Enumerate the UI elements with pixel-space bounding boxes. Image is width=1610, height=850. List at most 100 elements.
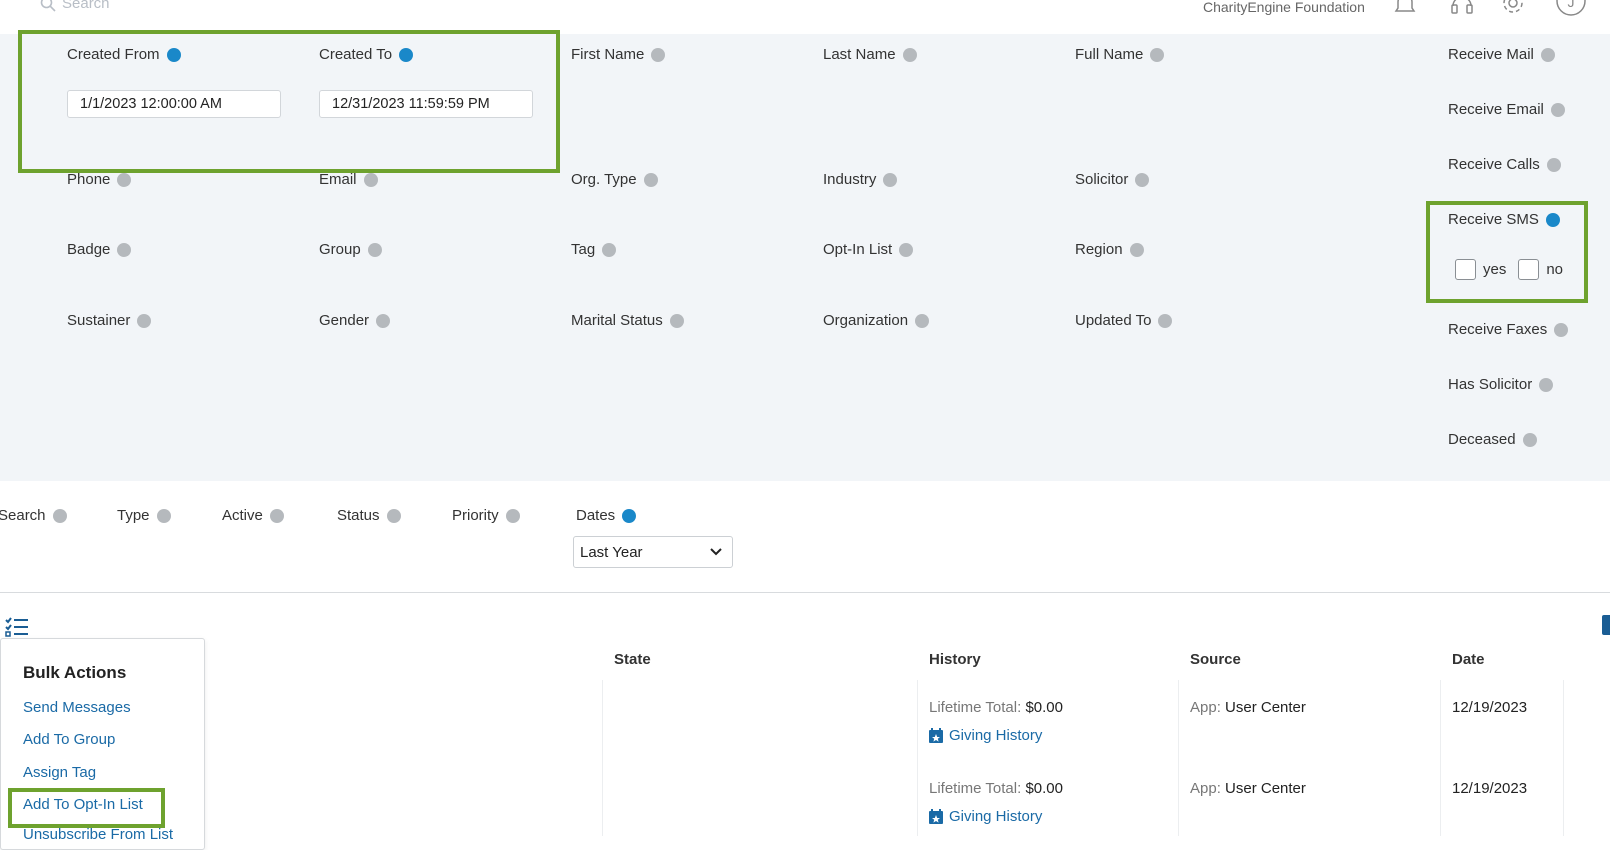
filter-receive-email[interactable]: Receive Email xyxy=(1448,101,1565,118)
filter-marital-status[interactable]: Marital Status xyxy=(571,312,684,329)
filter-updated-to[interactable]: Updated To xyxy=(1075,312,1173,329)
dates-label: Dates xyxy=(576,507,616,524)
header-source[interactable]: Source xyxy=(1190,651,1241,668)
gender-toggle[interactable] xyxy=(376,313,391,328)
type-label: Type xyxy=(117,507,150,524)
filter-full-name[interactable]: Full Name xyxy=(1075,46,1165,63)
receive-faxes-toggle[interactable] xyxy=(1554,322,1569,337)
filter-tag[interactable]: Tag xyxy=(571,241,617,258)
solicitor-toggle[interactable] xyxy=(1135,172,1150,187)
checklist-icon[interactable] xyxy=(5,617,29,637)
receive-email-toggle[interactable] xyxy=(1550,102,1565,117)
header-history[interactable]: History xyxy=(929,651,981,668)
updated-to-label: Updated To xyxy=(1075,312,1152,329)
user-avatar-icon[interactable]: J xyxy=(1556,0,1586,18)
receive-calls-toggle[interactable] xyxy=(1546,157,1561,172)
header-state[interactable]: State xyxy=(614,651,651,668)
badge-toggle[interactable] xyxy=(117,242,132,257)
menu-item-assign-tag[interactable]: Assign Tag xyxy=(23,764,96,781)
first-name-toggle[interactable] xyxy=(651,47,666,62)
search-box[interactable]: Search xyxy=(40,0,110,12)
bell-icon[interactable] xyxy=(1393,0,1417,16)
type-toggle[interactable] xyxy=(156,508,171,523)
filter-search[interactable]: Search xyxy=(0,507,67,524)
filter-last-name[interactable]: Last Name xyxy=(823,46,917,63)
date-cell: 12/19/2023 xyxy=(1452,780,1528,797)
filter-gender[interactable]: Gender xyxy=(319,312,391,329)
filter-solicitor[interactable]: Solicitor xyxy=(1075,171,1150,188)
filter-first-name[interactable]: First Name xyxy=(571,46,666,63)
source-label: App: xyxy=(1190,699,1221,716)
filter-industry[interactable]: Industry xyxy=(823,171,898,188)
highlight-receive-sms xyxy=(1426,201,1588,303)
filter-organization[interactable]: Organization xyxy=(823,312,930,329)
sustainer-toggle[interactable] xyxy=(137,313,152,328)
filter-priority[interactable]: Priority xyxy=(452,507,520,524)
date-cell: 12/19/2023 xyxy=(1452,699,1528,716)
active-toggle[interactable] xyxy=(269,508,284,523)
column-divider xyxy=(1178,680,1179,836)
menu-item-unsubscribe-from-list[interactable]: Unsubscribe From List xyxy=(23,826,173,843)
industry-toggle[interactable] xyxy=(883,172,898,187)
dates-toggle[interactable] xyxy=(622,508,637,523)
source-value: User Center xyxy=(1225,780,1306,797)
priority-toggle[interactable] xyxy=(505,508,520,523)
has-solicitor-toggle[interactable] xyxy=(1539,377,1554,392)
search-icon xyxy=(40,0,56,12)
gear-icon[interactable] xyxy=(1500,0,1526,16)
search-filter-label: Search xyxy=(0,507,46,524)
menu-item-send-messages[interactable]: Send Messages xyxy=(23,699,131,716)
receive-faxes-label: Receive Faxes xyxy=(1448,321,1548,338)
filter-deceased[interactable]: Deceased xyxy=(1448,431,1537,448)
search-filter-toggle[interactable] xyxy=(52,508,67,523)
filter-opt-in-list[interactable]: Opt-In List xyxy=(823,241,914,258)
headset-icon[interactable] xyxy=(1449,0,1475,16)
group-toggle[interactable] xyxy=(367,242,382,257)
filter-dates[interactable]: Dates xyxy=(576,507,637,524)
filter-active[interactable]: Active xyxy=(222,507,284,524)
last-name-toggle[interactable] xyxy=(902,47,917,62)
deceased-toggle[interactable] xyxy=(1522,432,1537,447)
region-toggle[interactable] xyxy=(1129,242,1144,257)
dates-selected-value: Last Year xyxy=(580,543,643,561)
filter-receive-mail[interactable]: Receive Mail xyxy=(1448,46,1555,63)
receive-mail-toggle[interactable] xyxy=(1540,47,1555,62)
filter-badge[interactable]: Badge xyxy=(67,241,132,258)
filter-type[interactable]: Type xyxy=(117,507,171,524)
giving-history-label[interactable]: Giving History xyxy=(949,727,1042,744)
full-name-toggle[interactable] xyxy=(1150,47,1165,62)
org-name[interactable]: CharityEngine Foundation xyxy=(1203,0,1365,15)
opt-in-list-toggle[interactable] xyxy=(899,242,914,257)
filter-status[interactable]: Status xyxy=(337,507,401,524)
tag-toggle[interactable] xyxy=(602,242,617,257)
filter-phone[interactable]: Phone xyxy=(67,171,132,188)
sustainer-label: Sustainer xyxy=(67,312,131,329)
org-type-toggle[interactable] xyxy=(643,172,658,187)
filter-receive-calls[interactable]: Receive Calls xyxy=(1448,156,1561,173)
giving-history-label[interactable]: Giving History xyxy=(949,808,1042,825)
receive-mail-label: Receive Mail xyxy=(1448,46,1534,63)
filter-org-type[interactable]: Org. Type xyxy=(571,171,658,188)
filter-receive-faxes[interactable]: Receive Faxes xyxy=(1448,321,1569,338)
filter-sustainer[interactable]: Sustainer xyxy=(67,312,152,329)
filter-region[interactable]: Region xyxy=(1075,241,1144,258)
giving-history-link[interactable]: Giving History xyxy=(929,808,1042,825)
filter-has-solicitor[interactable]: Has Solicitor xyxy=(1448,376,1554,393)
search-placeholder[interactable]: Search xyxy=(62,0,110,12)
menu-item-add-to-group[interactable]: Add To Group xyxy=(23,731,115,748)
phone-toggle[interactable] xyxy=(117,172,132,187)
organization-toggle[interactable] xyxy=(915,313,930,328)
last-name-label: Last Name xyxy=(823,46,896,63)
tag-label: Tag xyxy=(571,241,596,258)
header-date[interactable]: Date xyxy=(1452,651,1485,668)
filter-email[interactable]: Email xyxy=(319,171,378,188)
info-icon[interactable] xyxy=(1602,615,1610,635)
filter-group[interactable]: Group xyxy=(319,241,382,258)
email-toggle[interactable] xyxy=(363,172,378,187)
marital-status-toggle[interactable] xyxy=(669,313,684,328)
dates-select[interactable]: Last Year xyxy=(573,536,733,568)
updated-to-toggle[interactable] xyxy=(1158,313,1173,328)
status-toggle[interactable] xyxy=(386,508,401,523)
giving-history-link[interactable]: Giving History xyxy=(929,727,1042,744)
column-divider xyxy=(1563,680,1564,836)
